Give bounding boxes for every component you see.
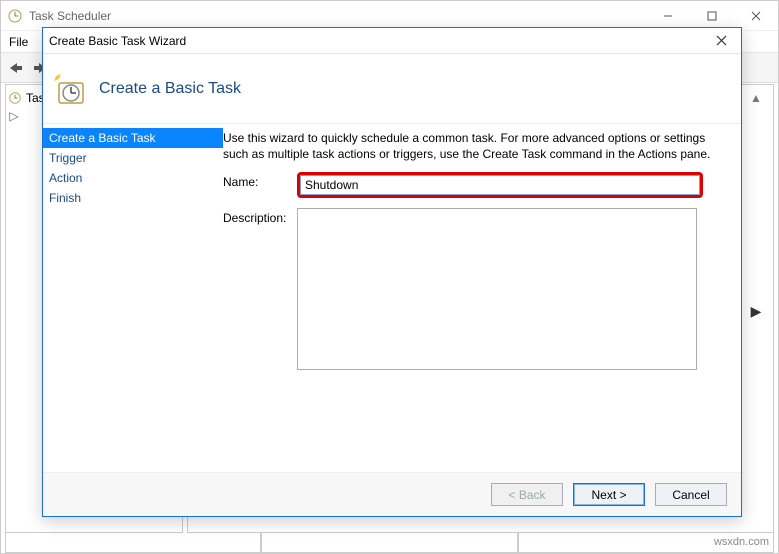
wizard-title: Create Basic Task Wizard [49, 34, 186, 48]
back-button: < Back [491, 483, 563, 506]
task-scheduler-icon [7, 8, 23, 24]
wizard-titlebar[interactable]: Create Basic Task Wizard [43, 28, 741, 54]
nav-step-trigger[interactable]: Trigger [43, 148, 223, 168]
name-input[interactable] [300, 175, 700, 195]
panel-spacer [754, 518, 757, 532]
wizard-intro-text: Use this wizard to quickly schedule a co… [223, 130, 727, 162]
name-label: Name: [223, 172, 297, 189]
nav-step-create[interactable]: Create a Basic Task [43, 128, 223, 148]
nav-step-action[interactable]: Action [43, 168, 223, 188]
wizard-heading: Create a Basic Task [99, 80, 241, 98]
description-input[interactable] [297, 208, 697, 370]
window-controls [646, 1, 778, 30]
cancel-button[interactable]: Cancel [655, 483, 727, 506]
wizard-form: Use this wizard to quickly schedule a co… [223, 124, 741, 472]
wizard-header: Create a Basic Task [43, 54, 741, 124]
watermark: wsxdn.com [714, 536, 769, 548]
status-bar [5, 533, 774, 553]
parent-title: Task Scheduler [29, 9, 111, 23]
chevron-right-icon[interactable]: ▷ [8, 109, 20, 123]
back-arrow-icon[interactable] [5, 57, 27, 79]
nav-step-finish[interactable]: Finish [43, 188, 223, 208]
panel-chevron-up-icon[interactable]: ▲ [750, 91, 762, 105]
next-button[interactable]: Next > [573, 483, 645, 506]
menu-file[interactable]: File [9, 35, 28, 49]
create-basic-task-wizard: Create Basic Task Wizard Create a Basic … [42, 27, 742, 517]
minimize-button[interactable] [646, 1, 690, 30]
description-label: Description: [223, 208, 297, 225]
wizard-close-button[interactable] [707, 31, 735, 51]
panel-chevron-right-icon[interactable]: ▶ [751, 303, 762, 320]
wizard-button-bar: < Back Next > Cancel [43, 472, 741, 516]
close-button[interactable] [734, 1, 778, 30]
wizard-nav: Create a Basic Task Trigger Action Finis… [43, 124, 223, 472]
maximize-button[interactable] [690, 1, 734, 30]
wizard-header-icon [53, 73, 85, 105]
name-highlight [297, 172, 703, 198]
